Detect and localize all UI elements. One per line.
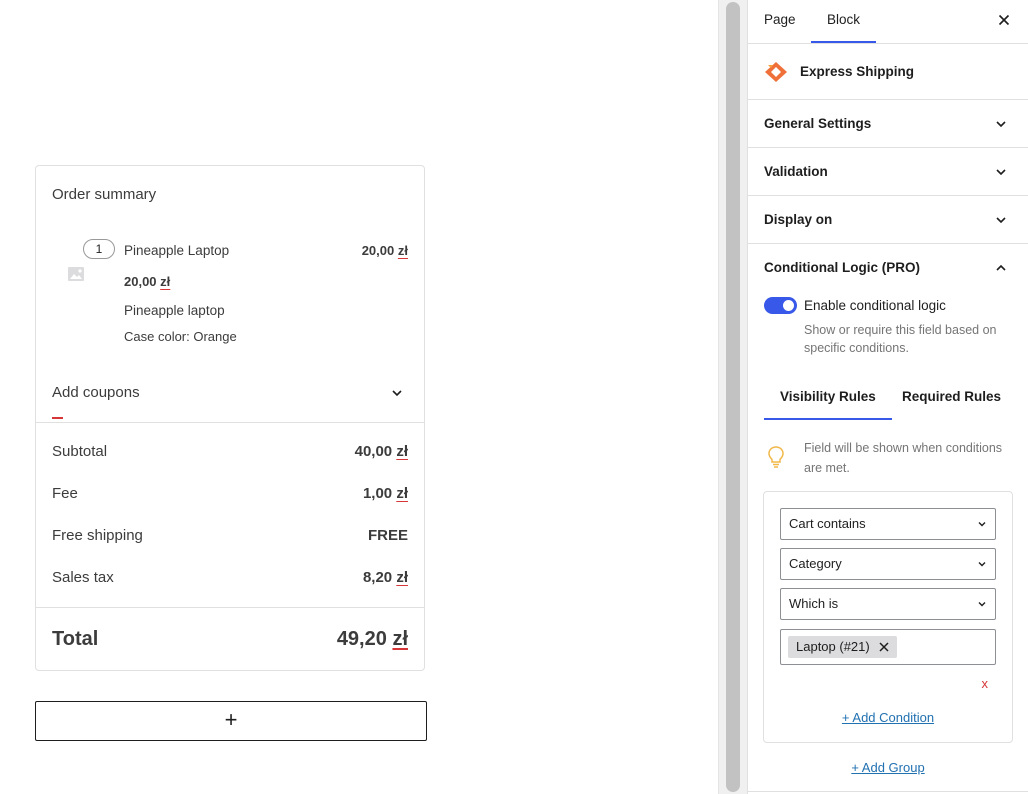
totals-amount: 1,00 (362, 485, 393, 502)
lightbulb-icon (768, 446, 784, 468)
totals-label: Free shipping (52, 527, 143, 544)
item-line-total: 20,00 zł (362, 243, 408, 258)
remove-condition-button[interactable]: x (982, 676, 989, 691)
chevron-up-icon (996, 264, 1006, 271)
divider (36, 607, 424, 608)
add-group-link[interactable]: + Add Group (748, 760, 1028, 775)
item-description: Pineapple laptop (124, 303, 225, 318)
close-icon[interactable] (878, 641, 890, 653)
sidebar-tabs: Page Block (748, 0, 1028, 44)
totals-value: 8,20 zł (363, 569, 408, 586)
coupons-spell-underline (52, 417, 63, 419)
canvas-scrollbar[interactable] (718, 0, 747, 794)
totals-value: 1,00 zł (363, 485, 408, 502)
toggle-help: Show or require this field based on spec… (804, 323, 997, 355)
tab-page[interactable]: Page (764, 0, 796, 43)
order-summary-title: Order summary (52, 186, 157, 203)
currency-label: zł (392, 628, 408, 650)
token-label: Laptop (#21) (796, 639, 870, 654)
select-value: Which is (789, 596, 839, 611)
chevron-down-icon (996, 169, 1006, 176)
item-unit-price: 20,00 zł (124, 274, 170, 289)
toggle-label: Enable conditional logic (804, 298, 946, 313)
add-block-button[interactable]: + (35, 701, 427, 741)
total-amount: 49,20 (336, 628, 387, 650)
tab-required-rules[interactable]: Required Rules (902, 377, 1001, 420)
add-condition-link[interactable]: + Add Condition (764, 710, 1012, 725)
totals-row-shipping: Free shipping FREE (52, 527, 408, 547)
chevron-down-icon (978, 562, 986, 567)
editor-canvas: Order summary 1 Pineapple Laptop 20,00 z… (0, 0, 718, 794)
panel-general-settings[interactable]: General Settings (748, 100, 1028, 148)
totals-value: 40,00 zł (355, 443, 408, 460)
tab-block[interactable]: Block (810, 0, 877, 43)
order-summary-block[interactable]: Order summary 1 Pineapple Laptop 20,00 z… (35, 165, 425, 671)
block-title: Express Shipping (800, 64, 915, 79)
panel-title: Conditional Logic (PRO) (764, 260, 920, 275)
panel-title: Display on (764, 212, 833, 227)
scrollbar-thumb[interactable] (726, 2, 740, 792)
currency-label: zł (396, 569, 408, 586)
tab-visibility-rules[interactable]: Visibility Rules (764, 377, 892, 420)
totals-row-tax: Sales tax 8,20 zł (52, 569, 408, 589)
add-coupons-toggle[interactable]: Add coupons (52, 384, 140, 401)
toggle-knob (783, 300, 794, 311)
chevron-down-icon (978, 522, 986, 527)
condition-group: Cart contains Category Which is Laptop (… (763, 491, 1013, 743)
token-chip: Laptop (#21) (788, 636, 897, 658)
totals-amount: 40,00 (354, 443, 393, 460)
select-value: Category (789, 556, 842, 571)
condition-operator-select[interactable]: Which is (780, 588, 996, 620)
close-icon[interactable] (996, 12, 1012, 28)
divider (748, 791, 1028, 792)
totals-row-fee: Fee 1,00 zł (52, 485, 408, 505)
condition-field-select[interactable]: Category (780, 548, 996, 580)
item-line-total-amount: 20,00 (361, 243, 395, 258)
totals-label: Subtotal (52, 443, 108, 460)
currency-label: zł (396, 443, 408, 460)
chevron-down-icon (996, 217, 1006, 224)
divider (36, 422, 424, 423)
chevron-down-icon (996, 121, 1006, 128)
item-meta: Case color: Orange (124, 329, 237, 344)
panel-display-on[interactable]: Display on (748, 196, 1028, 244)
item-unit-price-amount: 20,00 (124, 274, 157, 289)
image-placeholder-icon (68, 267, 84, 281)
panel-conditional-logic[interactable]: Conditional Logic (PRO) (748, 244, 1028, 292)
express-shipping-icon (765, 62, 787, 82)
currency-label: zł (397, 243, 408, 258)
chevron-down-icon (978, 602, 986, 607)
panel-validation[interactable]: Validation (748, 148, 1028, 196)
total-label: Total (52, 628, 99, 650)
condition-type-select[interactable]: Cart contains (780, 508, 996, 540)
rule-tabs: Visibility Rules Required Rules (764, 377, 1014, 420)
panel-title: Validation (764, 164, 828, 179)
select-value: Cart contains (789, 516, 866, 531)
totals-row-subtotal: Subtotal 40,00 zł (52, 443, 408, 463)
block-card: Express Shipping (748, 44, 1028, 100)
currency-label: zł (396, 485, 408, 502)
totals-value: FREE (367, 527, 408, 544)
conditional-logic-toggle[interactable] (764, 297, 797, 314)
totals-label: Fee (52, 485, 78, 502)
totals-amount: 8,20 (362, 569, 393, 586)
quantity-badge: 1 (83, 239, 115, 259)
item-name: Pineapple Laptop (124, 243, 230, 258)
panel-title: General Settings (764, 116, 872, 131)
totals-label: Sales tax (52, 569, 114, 586)
settings-sidebar: Page Block Express Shipping General Sett… (747, 0, 1028, 794)
chevron-down-icon[interactable] (390, 386, 404, 400)
condition-value-tokens[interactable]: Laptop (#21) (780, 629, 996, 665)
total-value: 49,20 zł (337, 628, 408, 651)
rules-hint: Field will be shown when conditions are … (804, 441, 1003, 475)
currency-label: zł (160, 274, 171, 289)
